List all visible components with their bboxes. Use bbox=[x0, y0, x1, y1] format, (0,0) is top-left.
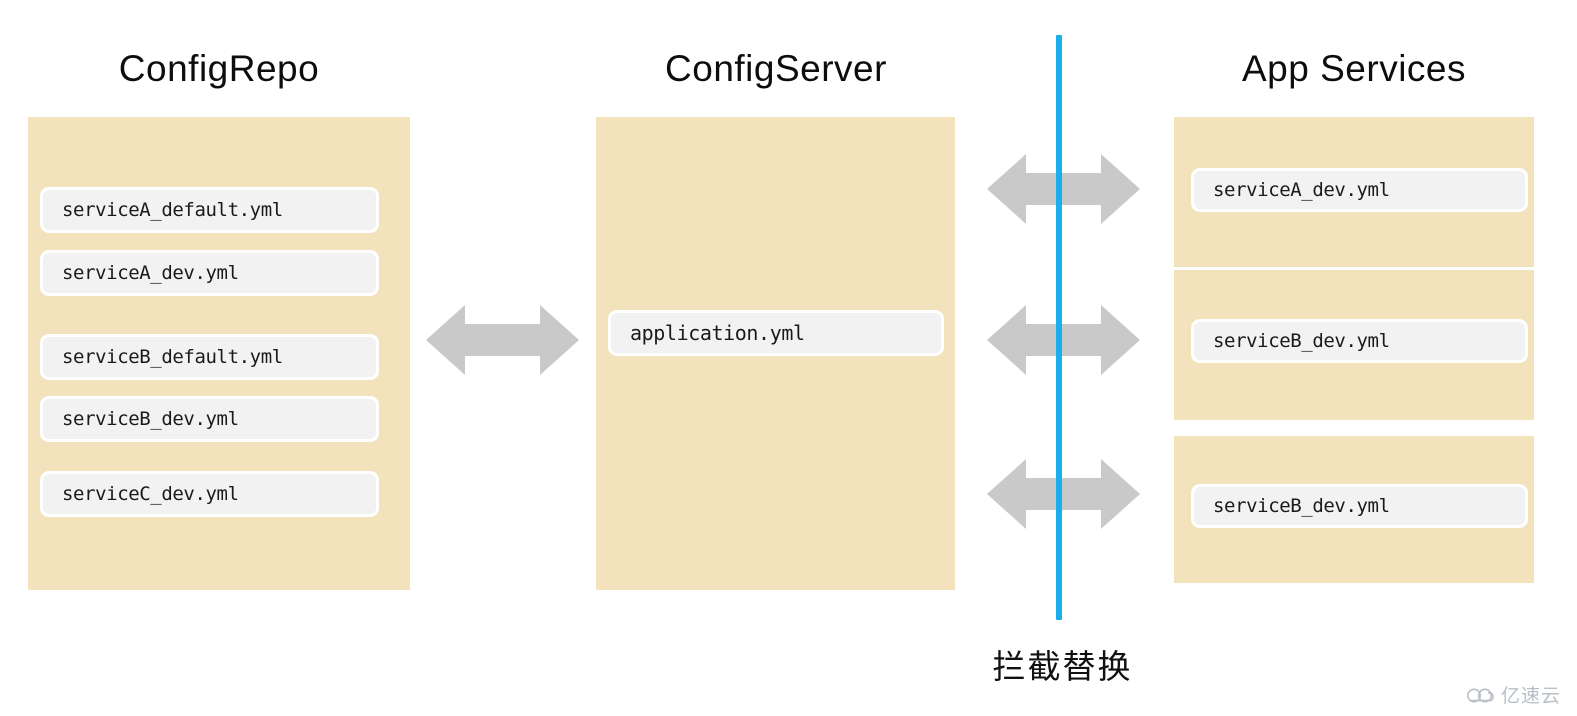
interception-caption: 拦截替换 bbox=[992, 647, 1133, 686]
diagram-canvas: ConfigRepo ConfigServer App Services ser… bbox=[0, 0, 1577, 716]
double-headed-arrow-icon-server-app-3 bbox=[987, 459, 1140, 529]
file-chip-serviceb-default[interactable]: serviceB_default.yml bbox=[42, 336, 377, 378]
file-chip-application-yml[interactable]: application.yml bbox=[610, 312, 942, 354]
file-chip-servicea-default[interactable]: serviceA_default.yml bbox=[42, 189, 377, 231]
file-chip-serviceb-dev[interactable]: serviceB_dev.yml bbox=[42, 398, 377, 440]
double-headed-arrow-icon-server-app-1 bbox=[987, 154, 1140, 224]
file-chip-servicea-dev[interactable]: serviceA_dev.yml bbox=[42, 252, 377, 294]
file-chip-app-serviceb-dev-1[interactable]: serviceB_dev.yml bbox=[1193, 321, 1526, 361]
file-chip-app-servicea-dev[interactable]: serviceA_dev.yml bbox=[1193, 170, 1526, 210]
interception-line-icon bbox=[1056, 35, 1062, 620]
watermark-text: 亿速云 bbox=[1500, 685, 1561, 707]
file-chip-app-serviceb-dev-2[interactable]: serviceB_dev.yml bbox=[1193, 486, 1526, 526]
double-headed-arrow-icon-server-app-2 bbox=[987, 305, 1140, 375]
watermark: 亿速云 bbox=[1466, 681, 1561, 708]
column-title-configserver: ConfigServer bbox=[665, 48, 887, 89]
file-chip-servicec-dev[interactable]: serviceC_dev.yml bbox=[42, 473, 377, 515]
column-title-configrepo: ConfigRepo bbox=[118, 48, 320, 89]
column-title-appservices: App Services bbox=[1242, 48, 1466, 89]
double-headed-arrow-icon-repo-server bbox=[426, 305, 579, 375]
cloud-icon bbox=[1466, 686, 1496, 704]
